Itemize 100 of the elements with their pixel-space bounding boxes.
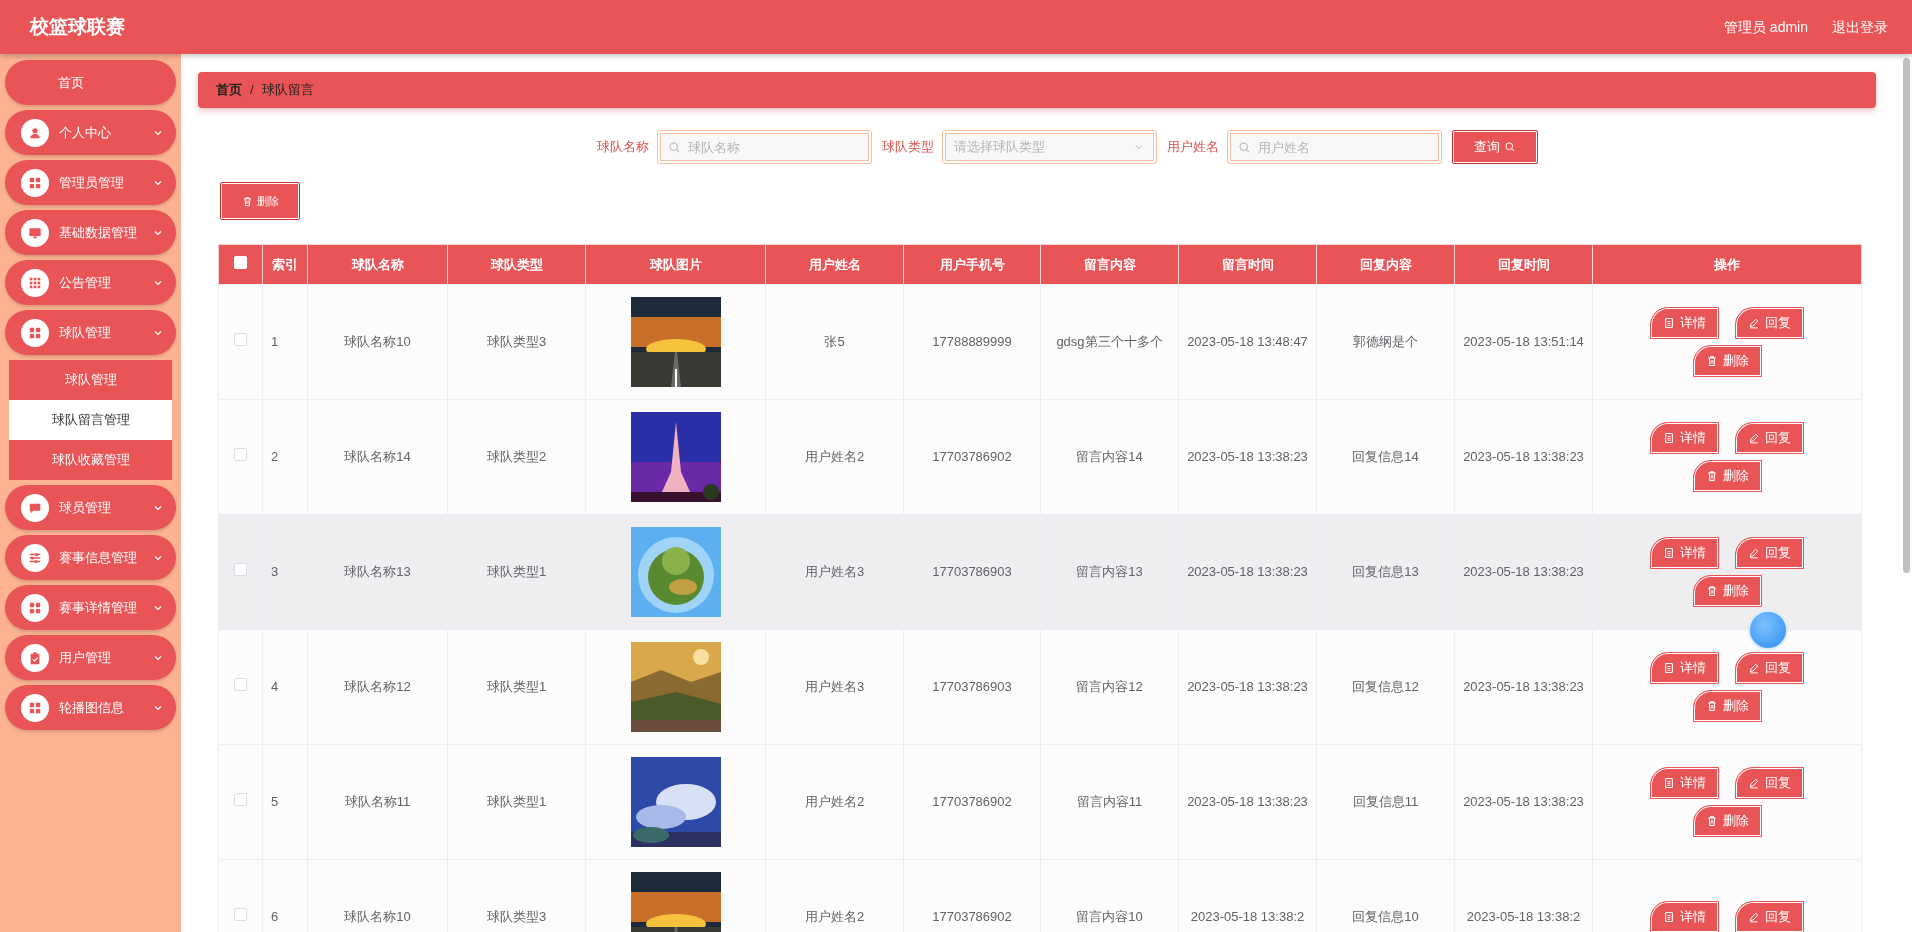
table-cell: 球队名称10	[344, 909, 411, 925]
reply-button[interactable]: 回复	[1735, 652, 1804, 684]
column-header: 索引	[272, 256, 298, 272]
table-cell: 用户姓名3	[804, 679, 865, 695]
submenu-item[interactable]: 球队留言管理	[9, 400, 172, 440]
delete-button[interactable]: 删除	[1692, 345, 1762, 377]
details-button[interactable]: 详情	[1650, 422, 1719, 454]
table-cell: 17703786902	[932, 909, 1012, 925]
details-button[interactable]: 详情	[1650, 767, 1719, 799]
table-cell: 留言内容11	[1076, 794, 1143, 810]
row-checkbox[interactable]	[234, 333, 247, 347]
table-cell: 球队名称14	[344, 449, 411, 465]
table-cell: 1	[271, 334, 279, 350]
document-icon	[1663, 317, 1675, 329]
table-cell: 2023-05-18 13:38:23	[1187, 794, 1308, 810]
reply-button[interactable]: 回复	[1735, 537, 1804, 569]
sidebar-item[interactable]: 赛事详情管理	[5, 585, 176, 630]
sidebar-item[interactable]: 个人中心	[5, 110, 176, 155]
table-cell: 回复信息11	[1352, 794, 1419, 810]
column-header: 留言时间	[1221, 256, 1274, 272]
table-cell: 2023-05-18 13:38:23	[1463, 679, 1584, 695]
table-cell: 17703786902	[932, 449, 1012, 465]
table-cell: 张5	[824, 334, 845, 350]
delete-button[interactable]: 删除	[1692, 690, 1762, 722]
sidebar-item[interactable]: 管理员管理	[5, 160, 176, 205]
clipboard-icon	[28, 650, 42, 665]
sidebar-item[interactable]: 基础数据管理	[5, 210, 176, 255]
breadcrumb-link[interactable]: 首页	[216, 80, 242, 100]
details-button[interactable]: 详情	[1650, 901, 1719, 932]
logout-link[interactable]: 退出登录	[1832, 16, 1888, 38]
column-header: 球队图片	[649, 256, 702, 272]
reply-button[interactable]: 回复	[1735, 767, 1804, 799]
document-icon	[1663, 547, 1675, 559]
column-header: 球队名称	[351, 256, 404, 272]
delete-button[interactable]: 删除	[1692, 460, 1762, 492]
search-icon	[667, 141, 681, 154]
table-cell: 留言内容13	[1076, 564, 1143, 580]
trash-icon	[1705, 815, 1718, 827]
table-cell: 17703786903	[932, 564, 1012, 580]
table-cell: 17703786902	[932, 794, 1012, 810]
delete-button[interactable]: 删除	[220, 182, 300, 220]
pencil-icon	[1748, 547, 1760, 559]
table-cell: 2023-05-18 13:38:23	[1187, 564, 1308, 580]
table-cell: 用户姓名2	[804, 909, 865, 925]
search-field[interactable]: 用户姓名	[1226, 130, 1442, 164]
table-cell: 留言内容12	[1076, 679, 1143, 695]
row-checkbox[interactable]	[234, 563, 247, 577]
sidebar-item[interactable]: 球队管理	[5, 310, 176, 355]
sliders-icon	[28, 550, 42, 565]
table-cell: 6	[271, 909, 279, 925]
table-cell: 球队类型3	[486, 334, 547, 350]
submenu-item[interactable]: 球队收藏管理	[9, 440, 172, 480]
document-icon	[1663, 662, 1675, 674]
column-header: 用户手机号	[939, 256, 1005, 272]
column-header: 回复内容	[1359, 256, 1412, 272]
trash-icon	[1705, 355, 1718, 367]
details-button[interactable]: 详情	[1650, 537, 1719, 569]
field-label: 球队名称	[596, 138, 649, 157]
reply-button[interactable]: 回复	[1735, 307, 1804, 339]
scrollbar[interactable]	[1903, 58, 1910, 573]
field-label: 球队类型	[881, 138, 934, 157]
table-cell: 2023-05-18 13:38:2	[1466, 909, 1581, 925]
table-cell: 2	[271, 449, 279, 465]
sidebar-item[interactable]: 轮播图信息	[5, 685, 176, 730]
table-cell: 回复信息14	[1352, 449, 1419, 465]
pencil-icon	[1748, 777, 1760, 789]
table-cell: 郭德纲是个	[1353, 334, 1418, 350]
column-header: 球队类型	[490, 256, 543, 272]
table-cell: 用户姓名2	[804, 449, 865, 465]
grid-icon	[28, 175, 42, 190]
search-icon	[1503, 141, 1516, 153]
row-checkbox[interactable]	[234, 908, 247, 922]
search-field[interactable]: 球队名称	[656, 130, 872, 164]
delete-button[interactable]: 删除	[1692, 575, 1762, 607]
column-header: 留言内容	[1083, 256, 1136, 272]
table-cell: 2023-05-18 13:38:23	[1463, 564, 1584, 580]
column-header: 用户姓名	[808, 256, 861, 272]
reply-button[interactable]: 回复	[1735, 422, 1804, 454]
column-header: 操作	[1714, 256, 1740, 272]
trash-icon	[1705, 700, 1718, 712]
details-button[interactable]: 详情	[1650, 652, 1719, 684]
sidebar-item[interactable]: 球员管理	[5, 485, 176, 530]
table-cell: 5	[271, 794, 279, 810]
table-cell: 3	[271, 564, 279, 580]
query-button[interactable]: 查询	[1451, 130, 1538, 164]
document-icon	[1663, 777, 1675, 789]
type-select[interactable]: 请选择球队类型	[941, 130, 1157, 164]
table-cell: 留言内容14	[1076, 449, 1143, 465]
sidebar-item[interactable]: 公告管理	[5, 260, 176, 305]
row-checkbox[interactable]	[234, 793, 247, 807]
details-button[interactable]: 详情	[1650, 307, 1719, 339]
row-checkbox[interactable]	[234, 678, 247, 692]
reply-button[interactable]: 回复	[1735, 901, 1804, 932]
sidebar-item[interactable]: 赛事信息管理	[5, 535, 176, 580]
select-all-checkbox[interactable]	[234, 255, 247, 269]
sidebar-item[interactable]: 用户管理	[5, 635, 176, 680]
sidebar-item[interactable]: 首页	[5, 60, 176, 105]
submenu-item[interactable]: 球队管理	[9, 360, 172, 400]
row-checkbox[interactable]	[234, 448, 247, 462]
delete-button[interactable]: 删除	[1692, 805, 1762, 837]
